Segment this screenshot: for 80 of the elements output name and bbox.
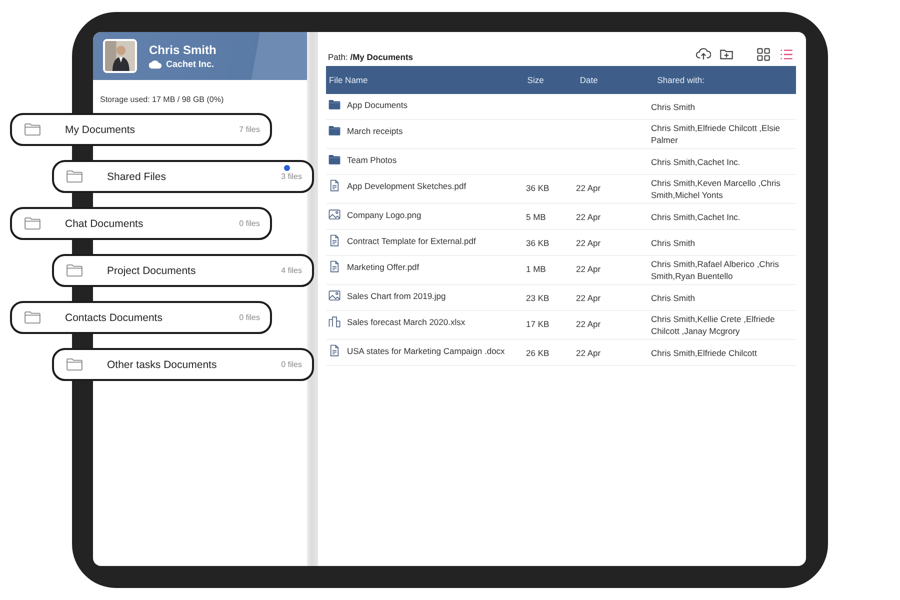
user-name: Chris Smith <box>149 43 216 57</box>
folder-card[interactable]: Chat Documents 0 files <box>10 207 272 240</box>
folder-card[interactable]: Project Documents 4 files <box>52 254 314 287</box>
shared-with: Chris Smith,Elfriede Chilcott <box>651 348 757 358</box>
column-header: Date <box>578 75 599 85</box>
file-name[interactable]: March receipts <box>347 124 403 136</box>
file-date: 22 Apr <box>576 319 601 329</box>
column-header: Shared with: <box>656 75 706 85</box>
file-size: 1 MB <box>526 264 546 274</box>
folder-icon <box>66 358 83 371</box>
file-name[interactable]: Company Logo.png <box>347 208 422 220</box>
shared-with: Chris Smith,Elfriede Chilcott ,Elsie Palmer <box>651 123 780 145</box>
file-name[interactable]: App Documents <box>347 98 408 110</box>
folder-icon <box>328 153 341 166</box>
path-label: Path: /My Documents <box>328 50 414 62</box>
bar-chart-icon <box>328 315 341 328</box>
column-header: File Name <box>328 75 369 85</box>
storage-usage: Storage used: 17 MB / 98 GB (0%) <box>99 94 225 104</box>
file-count: 7 files <box>239 125 260 134</box>
file-name[interactable]: Sales Chart from 2019.jpg <box>347 290 446 302</box>
file-date: 22 Apr <box>576 293 601 303</box>
image-icon <box>328 208 341 221</box>
file-date: 22 Apr <box>576 183 601 193</box>
file-size: 26 KB <box>526 348 550 358</box>
splitter-bar[interactable] <box>307 32 318 566</box>
folder-icon <box>66 264 83 277</box>
document-icon <box>328 344 341 357</box>
folder-name: Shared Files <box>107 170 167 182</box>
folder-icon <box>24 311 41 324</box>
grid-view-icon[interactable] <box>756 46 771 62</box>
upload-icon[interactable] <box>696 46 711 62</box>
folder-card[interactable]: Other tasks Documents 0 files <box>52 348 314 381</box>
file-size: 36 KB <box>526 238 550 248</box>
file-name[interactable]: Marketing Offer.pdf <box>347 260 420 272</box>
folder-name: Chat Documents <box>65 218 144 230</box>
folder-icon <box>328 124 341 137</box>
folder-name: Other tasks Documents <box>107 358 218 370</box>
shared-with: Chris Smith,Cachet Inc. <box>651 156 740 166</box>
shared-with: Chris Smith <box>651 238 695 248</box>
file-size: 36 KB <box>526 183 550 193</box>
shared-with: Chris Smith <box>651 292 695 302</box>
shared-with: Chris Smith <box>651 102 695 112</box>
file-date: 22 Apr <box>576 212 601 222</box>
folder-icon <box>24 217 41 230</box>
folder-icon <box>328 98 341 111</box>
shared-with: Chris Smith,Keven Marcello ,Chris Smith,Michel Yonts <box>651 178 780 200</box>
file-count: 4 files <box>281 266 302 275</box>
folder-icon <box>66 170 83 183</box>
folder-card[interactable]: My Documents 7 files <box>10 113 272 146</box>
file-count: 0 files <box>239 313 260 322</box>
file-name[interactable]: USA states for Marketing Campaign .docx <box>347 344 505 356</box>
cloud-icon <box>149 60 162 68</box>
file-size: 23 KB <box>526 293 550 303</box>
shared-with: Chris Smith,Kellie Crete ,Elfriede Chilcott ,Janay Mcgrory <box>651 314 775 336</box>
column-header: Size <box>526 75 545 85</box>
folder-icon <box>24 123 41 136</box>
file-date: 22 Apr <box>576 348 601 358</box>
image-icon <box>328 289 341 302</box>
document-icon <box>328 234 341 247</box>
file-size: 5 MB <box>526 212 546 222</box>
file-name[interactable]: Team Photos <box>347 154 397 166</box>
document-icon <box>328 179 341 192</box>
folder-name: My Documents <box>65 124 136 136</box>
company-name: Cachet Inc. <box>166 59 214 69</box>
file-name[interactable]: Sales forecast March 2020.xlsx <box>347 316 466 328</box>
folder-name: Project Documents <box>107 264 197 276</box>
shared-with: Chris Smith,Cachet Inc. <box>651 212 740 222</box>
file-count: 3 files <box>281 172 302 181</box>
folder-card[interactable]: Contacts Documents 0 files <box>10 301 272 334</box>
shared-with: Chris Smith,Rafael Alberico ,Chris Smith,Ryan Buentello <box>651 259 780 281</box>
folder-name: Contacts Documents <box>65 312 164 324</box>
file-count: 0 files <box>281 360 302 369</box>
file-count: 0 files <box>239 219 260 228</box>
document-icon <box>328 260 341 273</box>
file-date: 22 Apr <box>576 238 601 248</box>
file-size: 17 KB <box>526 319 550 329</box>
file-name[interactable]: Contract Template for External.pdf <box>347 234 476 246</box>
folder-card[interactable]: Shared Files 3 files <box>52 160 314 193</box>
file-name[interactable]: App Development Sketches.pdf <box>347 180 466 192</box>
file-date: 22 Apr <box>576 264 601 274</box>
